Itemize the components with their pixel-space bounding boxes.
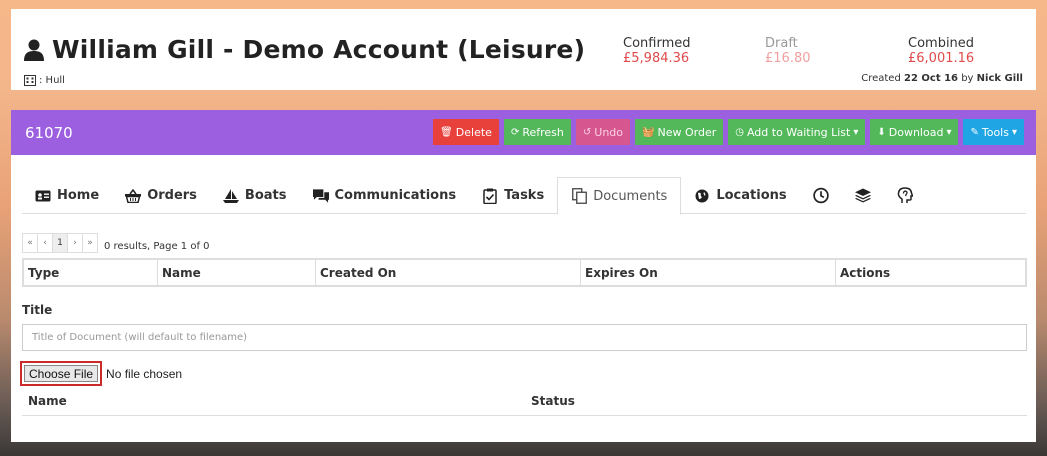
- tools-label: Tools: [981, 125, 1009, 139]
- magic-wand-icon: ✎: [970, 126, 979, 138]
- tab-locations[interactable]: Locations: [681, 177, 799, 214]
- refresh-label: Refresh: [522, 125, 564, 139]
- column-name[interactable]: Name: [158, 260, 316, 285]
- refresh-button[interactable]: ⟳ Refresh: [503, 119, 571, 145]
- trash-icon: 🗑: [440, 126, 453, 138]
- draft-label: Draft: [765, 36, 798, 51]
- download-button[interactable]: ⬇ Download ▾: [870, 119, 959, 145]
- globe-icon: [694, 188, 710, 204]
- page-prev-button[interactable]: ‹: [37, 233, 53, 253]
- combined-value: £6,001.16: [908, 51, 975, 66]
- caret-down-icon: ▾: [853, 126, 859, 138]
- refresh-icon: ⟳: [510, 126, 520, 138]
- confirmed-label: Confirmed: [623, 36, 691, 51]
- clock-icon: [812, 187, 829, 204]
- choose-file-button[interactable]: Choose File: [24, 365, 99, 382]
- upload-column-status: Status: [531, 394, 575, 408]
- boat-icon: [222, 188, 239, 204]
- document-title-input[interactable]: [22, 324, 1027, 351]
- undo-button[interactable]: ↺ Undo: [575, 119, 631, 145]
- column-expires-on[interactable]: Expires On: [581, 260, 836, 285]
- building-icon: [24, 75, 36, 86]
- tab-history[interactable]: [800, 177, 842, 214]
- stat-draft: Draft £16.80: [765, 36, 811, 66]
- upload-list-header: Name Status: [22, 392, 1027, 416]
- undo-icon: ↺: [582, 126, 592, 138]
- documents-icon: [571, 188, 587, 204]
- tab-home-label: Home: [57, 188, 100, 203]
- head-profile-icon: [897, 187, 913, 204]
- tab-documents-label: Documents: [593, 188, 668, 204]
- confirmed-value: £5,984.36: [623, 51, 690, 66]
- tab-communications[interactable]: Communications: [300, 177, 470, 214]
- created-by-prefix: by: [958, 73, 977, 84]
- account-location: : Hull: [24, 75, 65, 86]
- tab-head-profile[interactable]: [884, 177, 926, 214]
- draft-value: £16.80: [765, 51, 811, 66]
- waiting-list-label: Add to Waiting List: [746, 125, 851, 139]
- documents-table-header: Type Name Created On Expires On Actions: [22, 258, 1027, 287]
- account-panel: 61070 🗑 Delete ⟳ Refresh ↺ Undo 🧺 New Or…: [11, 110, 1036, 442]
- column-type[interactable]: Type: [24, 260, 158, 285]
- choose-file-highlight: Choose File: [20, 361, 103, 386]
- download-icon: ⬇: [877, 126, 886, 138]
- delete-label: Delete: [455, 125, 492, 139]
- combined-label: Combined: [908, 36, 975, 51]
- tab-orders[interactable]: Orders: [112, 177, 210, 214]
- page-next-button[interactable]: ›: [67, 233, 83, 253]
- created-prefix: Created: [861, 73, 904, 84]
- tab-boats[interactable]: Boats: [210, 177, 300, 214]
- column-actions: Actions: [840, 265, 891, 280]
- page-last-button[interactable]: »: [82, 233, 98, 253]
- tab-locations-label: Locations: [716, 188, 787, 203]
- caret-down-icon: ▾: [946, 126, 952, 138]
- caret-down-icon: ▾: [1011, 126, 1017, 138]
- tab-tasks-label: Tasks: [504, 188, 545, 203]
- created-info: Created 22 Oct 16 by Nick Gill: [861, 73, 1023, 84]
- comments-icon: [312, 188, 329, 204]
- download-label: Download: [888, 125, 944, 139]
- panel-header: 61070 🗑 Delete ⟳ Refresh ↺ Undo 🧺 New Or…: [11, 110, 1036, 155]
- tab-communications-label: Communications: [334, 188, 457, 203]
- tab-orders-label: Orders: [147, 188, 197, 203]
- account-title: William Gill - Demo Account (Leisure): [24, 35, 585, 64]
- account-header: William Gill - Demo Account (Leisure) : …: [11, 9, 1036, 90]
- pagination-info: 0 results, Page 1 of 0: [104, 241, 210, 252]
- upload-column-name: Name: [28, 394, 67, 408]
- tab-layers[interactable]: [842, 177, 884, 214]
- tab-documents[interactable]: Documents: [557, 177, 682, 215]
- clock-icon: ◷: [735, 126, 744, 138]
- file-picker: Choose File No file chosen: [20, 361, 182, 386]
- delete-button[interactable]: 🗑 Delete: [433, 119, 499, 145]
- account-id: 61070: [25, 124, 73, 142]
- page-first-button[interactable]: «: [22, 233, 38, 253]
- basket-icon: 🧺: [642, 126, 655, 138]
- title-label: Title: [22, 303, 53, 317]
- layers-icon: [854, 188, 871, 204]
- file-status-text: No file chosen: [106, 366, 183, 381]
- stat-combined: Combined £6,001.16: [908, 36, 974, 66]
- pagination: « ‹ 1 › » 0 results, Page 1 of 0: [22, 233, 210, 253]
- tools-button[interactable]: ✎ Tools ▾: [963, 119, 1024, 145]
- account-title-text: William Gill - Demo Account (Leisure): [52, 35, 586, 64]
- created-by: Nick Gill: [976, 73, 1023, 84]
- page-current-button[interactable]: 1: [52, 233, 68, 253]
- basket-icon: [125, 188, 142, 204]
- id-card-icon: [35, 188, 51, 204]
- created-date: 22 Oct 16: [904, 73, 959, 84]
- tab-boats-label: Boats: [244, 188, 287, 203]
- waiting-list-button[interactable]: ◷ Add to Waiting List ▾: [728, 119, 866, 145]
- user-icon: [24, 39, 44, 61]
- tab-tasks[interactable]: Tasks: [469, 177, 557, 214]
- account-tabs: Home Orders Boats Communications Tasks D…: [22, 177, 1026, 215]
- action-buttons: 🗑 Delete ⟳ Refresh ↺ Undo 🧺 New Order ◷ …: [433, 119, 1024, 145]
- undo-label: Undo: [594, 125, 624, 139]
- tab-home[interactable]: Home: [22, 177, 112, 214]
- location-text: : Hull: [39, 75, 65, 86]
- new-order-label: New Order: [657, 125, 717, 139]
- column-created-on[interactable]: Created On: [316, 260, 581, 285]
- clipboard-check-icon: [482, 188, 498, 204]
- stat-confirmed: Confirmed £5,984.36: [623, 36, 691, 66]
- new-order-button[interactable]: 🧺 New Order: [635, 119, 724, 145]
